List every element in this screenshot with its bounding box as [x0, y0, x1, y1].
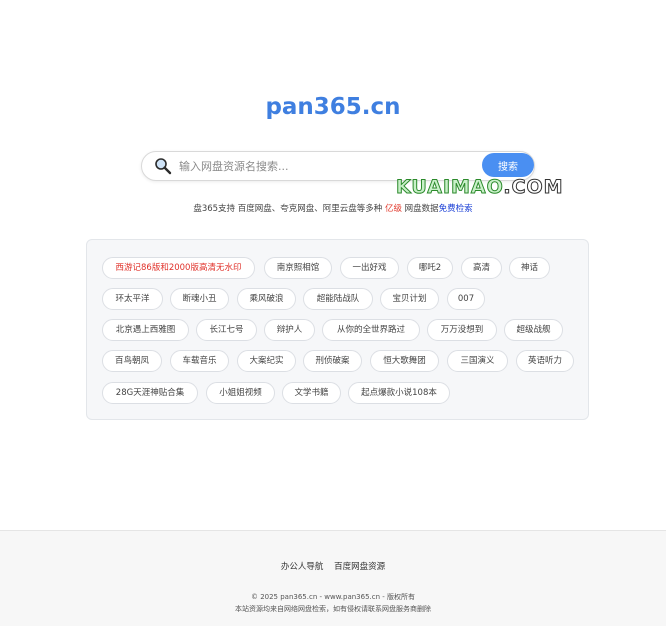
- tag-item[interactable]: 哪吒2: [407, 257, 453, 279]
- tag-item[interactable]: 从你的全世界路过: [322, 319, 420, 341]
- watermark-part1: KUAIMAO: [395, 176, 504, 199]
- tag-item[interactable]: 乘风破浪: [237, 288, 296, 310]
- footer-links: 办公人导航 百度网盘资源: [0, 560, 666, 572]
- description-prefix: 盘365支持 百度网盘、夸克网盘、阿里云盘等多种: [193, 204, 385, 214]
- footer-link-office-nav[interactable]: 办公人导航: [281, 562, 324, 572]
- tag-item[interactable]: 大案纪实: [237, 350, 296, 372]
- description-highlight: 亿级: [384, 204, 402, 214]
- tag-item[interactable]: 万万没想到: [427, 319, 497, 341]
- tag-item[interactable]: 长江七号: [196, 319, 257, 341]
- hot-tags-panel: 西游记86版和2000版高清无水印 南京照相馆 一出好戏 哪吒2 高清 神话 环…: [86, 239, 589, 420]
- tag-item[interactable]: 南京照相馆: [264, 257, 332, 279]
- tag-item[interactable]: 宝贝计划: [380, 288, 439, 310]
- tag-item[interactable]: 环太平洋: [102, 288, 163, 310]
- tag-item[interactable]: 小姐姐视频: [206, 382, 275, 404]
- tag-item[interactable]: 文学书籍: [282, 382, 341, 404]
- search-button[interactable]: 搜索: [482, 153, 534, 177]
- tag-item[interactable]: 三国演义: [447, 350, 508, 372]
- tag-item[interactable]: 一出好戏: [340, 257, 399, 279]
- description-middle: 网盘数据: [401, 204, 439, 214]
- tag-item[interactable]: 起点爆款小说108本: [348, 382, 450, 404]
- footer: 办公人导航 百度网盘资源 © 2025 pan365.cn - www.pan3…: [0, 530, 666, 626]
- tag-item[interactable]: 百鸟朝凤: [102, 350, 162, 372]
- tag-item[interactable]: 超能陆战队: [303, 288, 373, 310]
- tag-item[interactable]: 超级战舰: [504, 319, 563, 341]
- tag-item[interactable]: 恒大歌舞团: [370, 350, 439, 372]
- disclaimer: 本站资源均来自网络网盘检索，如有侵权请联系网盘服务商删除: [235, 605, 431, 613]
- copyright: © 2025 pan365.cn - www.pan365.cn - 版权所有: [250, 593, 416, 601]
- tag-item[interactable]: 辩护人: [264, 319, 315, 341]
- search-input[interactable]: [179, 154, 469, 178]
- tag-item[interactable]: 神话: [509, 257, 550, 279]
- tag-item[interactable]: 英语听力: [516, 350, 574, 372]
- site-description: 盘365支持 百度网盘、夸克网盘、阿里云盘等多种 亿级 网盘数据免费检索: [0, 202, 666, 214]
- tag-item[interactable]: 西游记86版和2000版高清无水印: [102, 257, 255, 279]
- tag-item[interactable]: 高清: [461, 257, 502, 279]
- description-link[interactable]: 免费检索: [439, 204, 473, 214]
- site-logo[interactable]: pan365.cn: [0, 94, 666, 120]
- tag-item[interactable]: 车载音乐: [170, 350, 229, 372]
- tag-item[interactable]: 刑侦破案: [303, 350, 362, 372]
- tag-item[interactable]: 007: [447, 288, 485, 310]
- watermark: KUAIMAO.COM: [395, 176, 564, 199]
- tag-item[interactable]: 北京遇上西雅图: [102, 319, 189, 341]
- watermark-part2: .COM: [503, 176, 564, 199]
- footer-link-baidu-resources[interactable]: 百度网盘资源: [334, 562, 385, 572]
- tag-item[interactable]: 28G天涯神贴合集: [102, 382, 198, 404]
- tag-item[interactable]: 断魂小丑: [170, 288, 229, 310]
- search-icon: [154, 157, 172, 175]
